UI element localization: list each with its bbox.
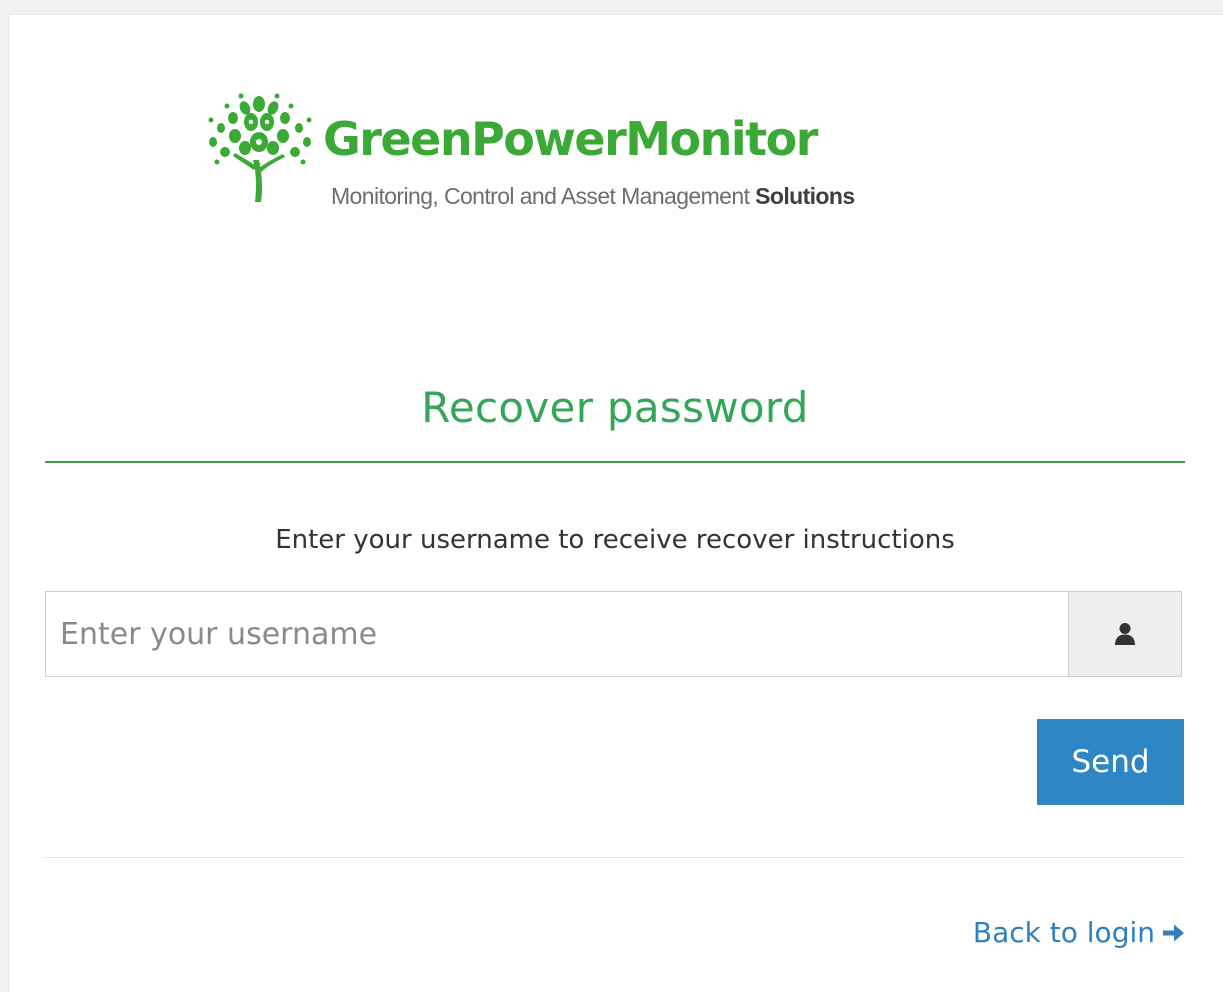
back-to-login-label: Back to login <box>972 916 1155 949</box>
tree-icon <box>208 93 312 202</box>
username-input-group <box>45 591 1182 677</box>
brand-name: GreenPowerMonitor <box>323 112 818 166</box>
title-divider <box>45 461 1185 463</box>
instructions-text: Enter your username to receive recover i… <box>275 525 955 555</box>
page-title: Recover password <box>421 383 809 432</box>
user-icon <box>1115 623 1135 645</box>
brand-tagline-bold: Solutions <box>755 183 855 209</box>
brand-tagline: Monitoring, Control and Asset Management… <box>331 185 855 208</box>
footer-divider <box>45 857 1185 858</box>
username-input[interactable] <box>46 592 1068 676</box>
arrow-right-icon <box>1163 924 1184 942</box>
brand-tagline-regular: Monitoring, Control and Asset Management <box>331 183 750 209</box>
recover-password-panel: GreenPowerMonitor Monitoring, Control an… <box>8 14 1223 992</box>
username-addon <box>1068 592 1181 676</box>
brand-logo: GreenPowerMonitor Monitoring, Control an… <box>205 90 1025 220</box>
send-button[interactable]: Send <box>1037 719 1184 805</box>
back-to-login-link[interactable]: Back to login <box>973 919 1185 947</box>
